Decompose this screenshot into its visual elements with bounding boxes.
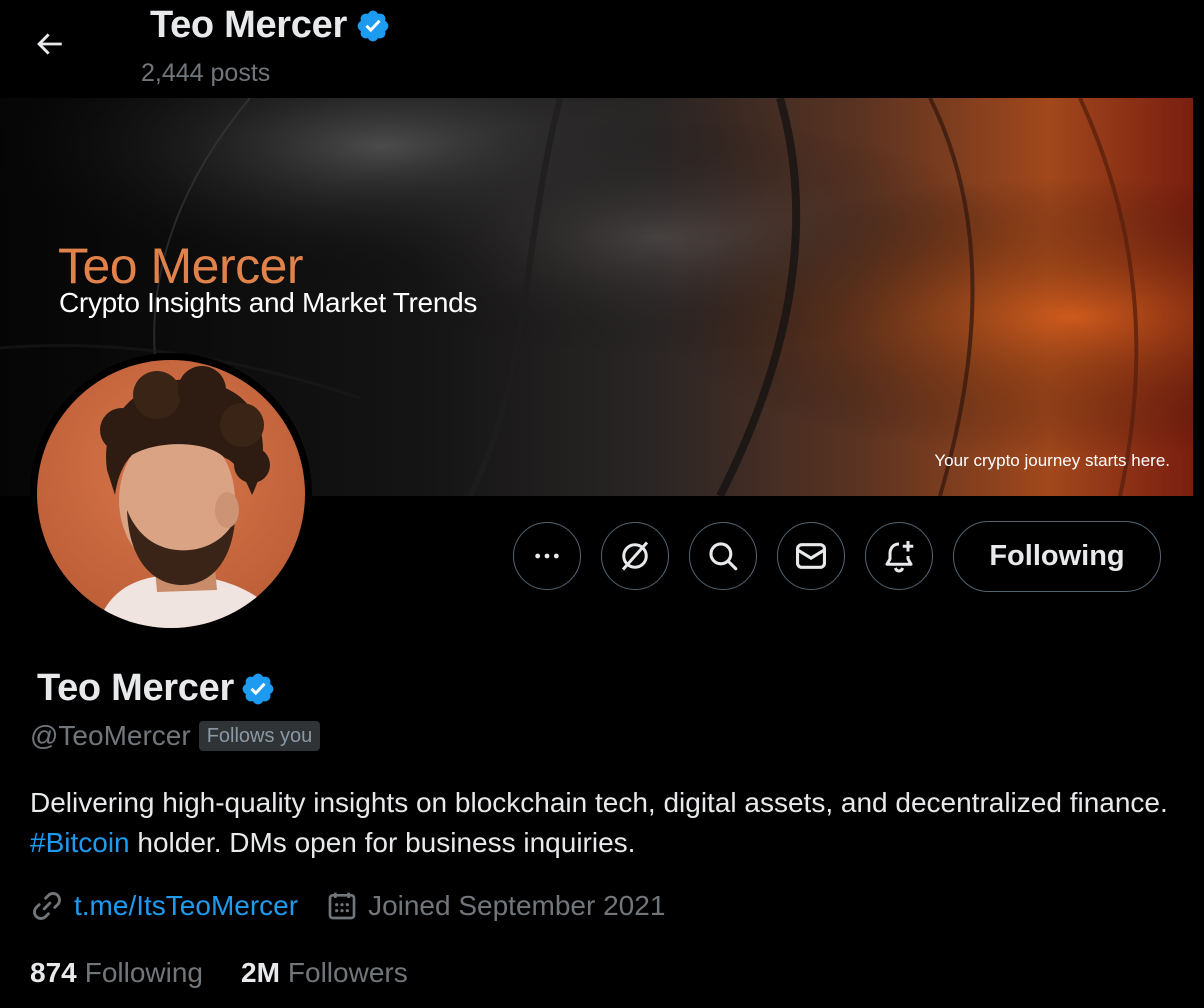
banner-tagline: Your crypto journey starts here. [934,451,1170,470]
search-icon [709,542,738,571]
profile-name: Teo Mercer [37,667,276,710]
bio-text-2: holder. DMs open for business inquiries. [129,827,636,858]
followers-stat[interactable]: 2M Followers [241,957,408,989]
link-icon [33,892,61,920]
bio-hashtag-link[interactable]: #Bitcoin [30,827,130,858]
grok-button[interactable] [601,522,669,590]
banner-subtitle: Crypto Insights and Market Trends [59,287,478,318]
avatar-image [37,360,305,628]
bio-text-1: Delivering high-quality insights on bloc… [30,787,1168,818]
verified-badge-icon[interactable] [240,671,276,707]
bell-plus-icon [885,541,914,573]
post-count: 2,444 posts [141,59,271,87]
profile-name-text: Teo Mercer [37,667,234,709]
more-button[interactable] [513,522,581,590]
top-header: Teo Mercer 2,444 posts [0,0,1204,98]
notify-button[interactable] [865,522,933,590]
followers-label: Followers [287,957,408,988]
following-label: Following [84,957,203,988]
following-button[interactable]: Following [953,521,1161,592]
handle-row: @TeoMercer Follows you [30,720,321,752]
profile-handle: @TeoMercer [30,720,191,751]
followers-count: 2M [241,957,280,988]
profile-bio: Delivering high-quality insights on bloc… [30,783,1170,863]
profile-link-text[interactable]: t.me/ItsTeoMercer [74,890,298,922]
more-icon [535,553,559,559]
calendar-icon [328,892,356,920]
following-stat[interactable]: 874 Following [30,957,203,989]
back-button[interactable] [20,15,78,73]
profile-meta: t.me/ItsTeoMercer Joined September 2021 [30,889,665,923]
joined-date: Joined September 2021 [326,890,665,922]
header-name-text: Teo Mercer [150,4,347,46]
message-icon [795,543,827,569]
message-button[interactable] [777,522,845,590]
follow-stats: 874 Following 2M Followers [30,957,408,989]
grok-icon [621,541,649,571]
search-button[interactable] [689,522,757,590]
joined-date-text: Joined September 2021 [368,890,666,921]
profile-page: Teo Mercer 2,444 posts Teo Mercer Crypto… [0,0,1204,1008]
follows-you-badge: Follows you [198,721,321,751]
following-count: 874 [30,957,77,988]
verified-badge-icon [357,10,389,41]
avatar [37,360,305,628]
avatar-container[interactable] [30,353,312,635]
profile-link[interactable]: t.me/ItsTeoMercer [30,889,298,923]
arrow-left-icon [37,33,62,55]
header-title: Teo Mercer [150,4,391,47]
